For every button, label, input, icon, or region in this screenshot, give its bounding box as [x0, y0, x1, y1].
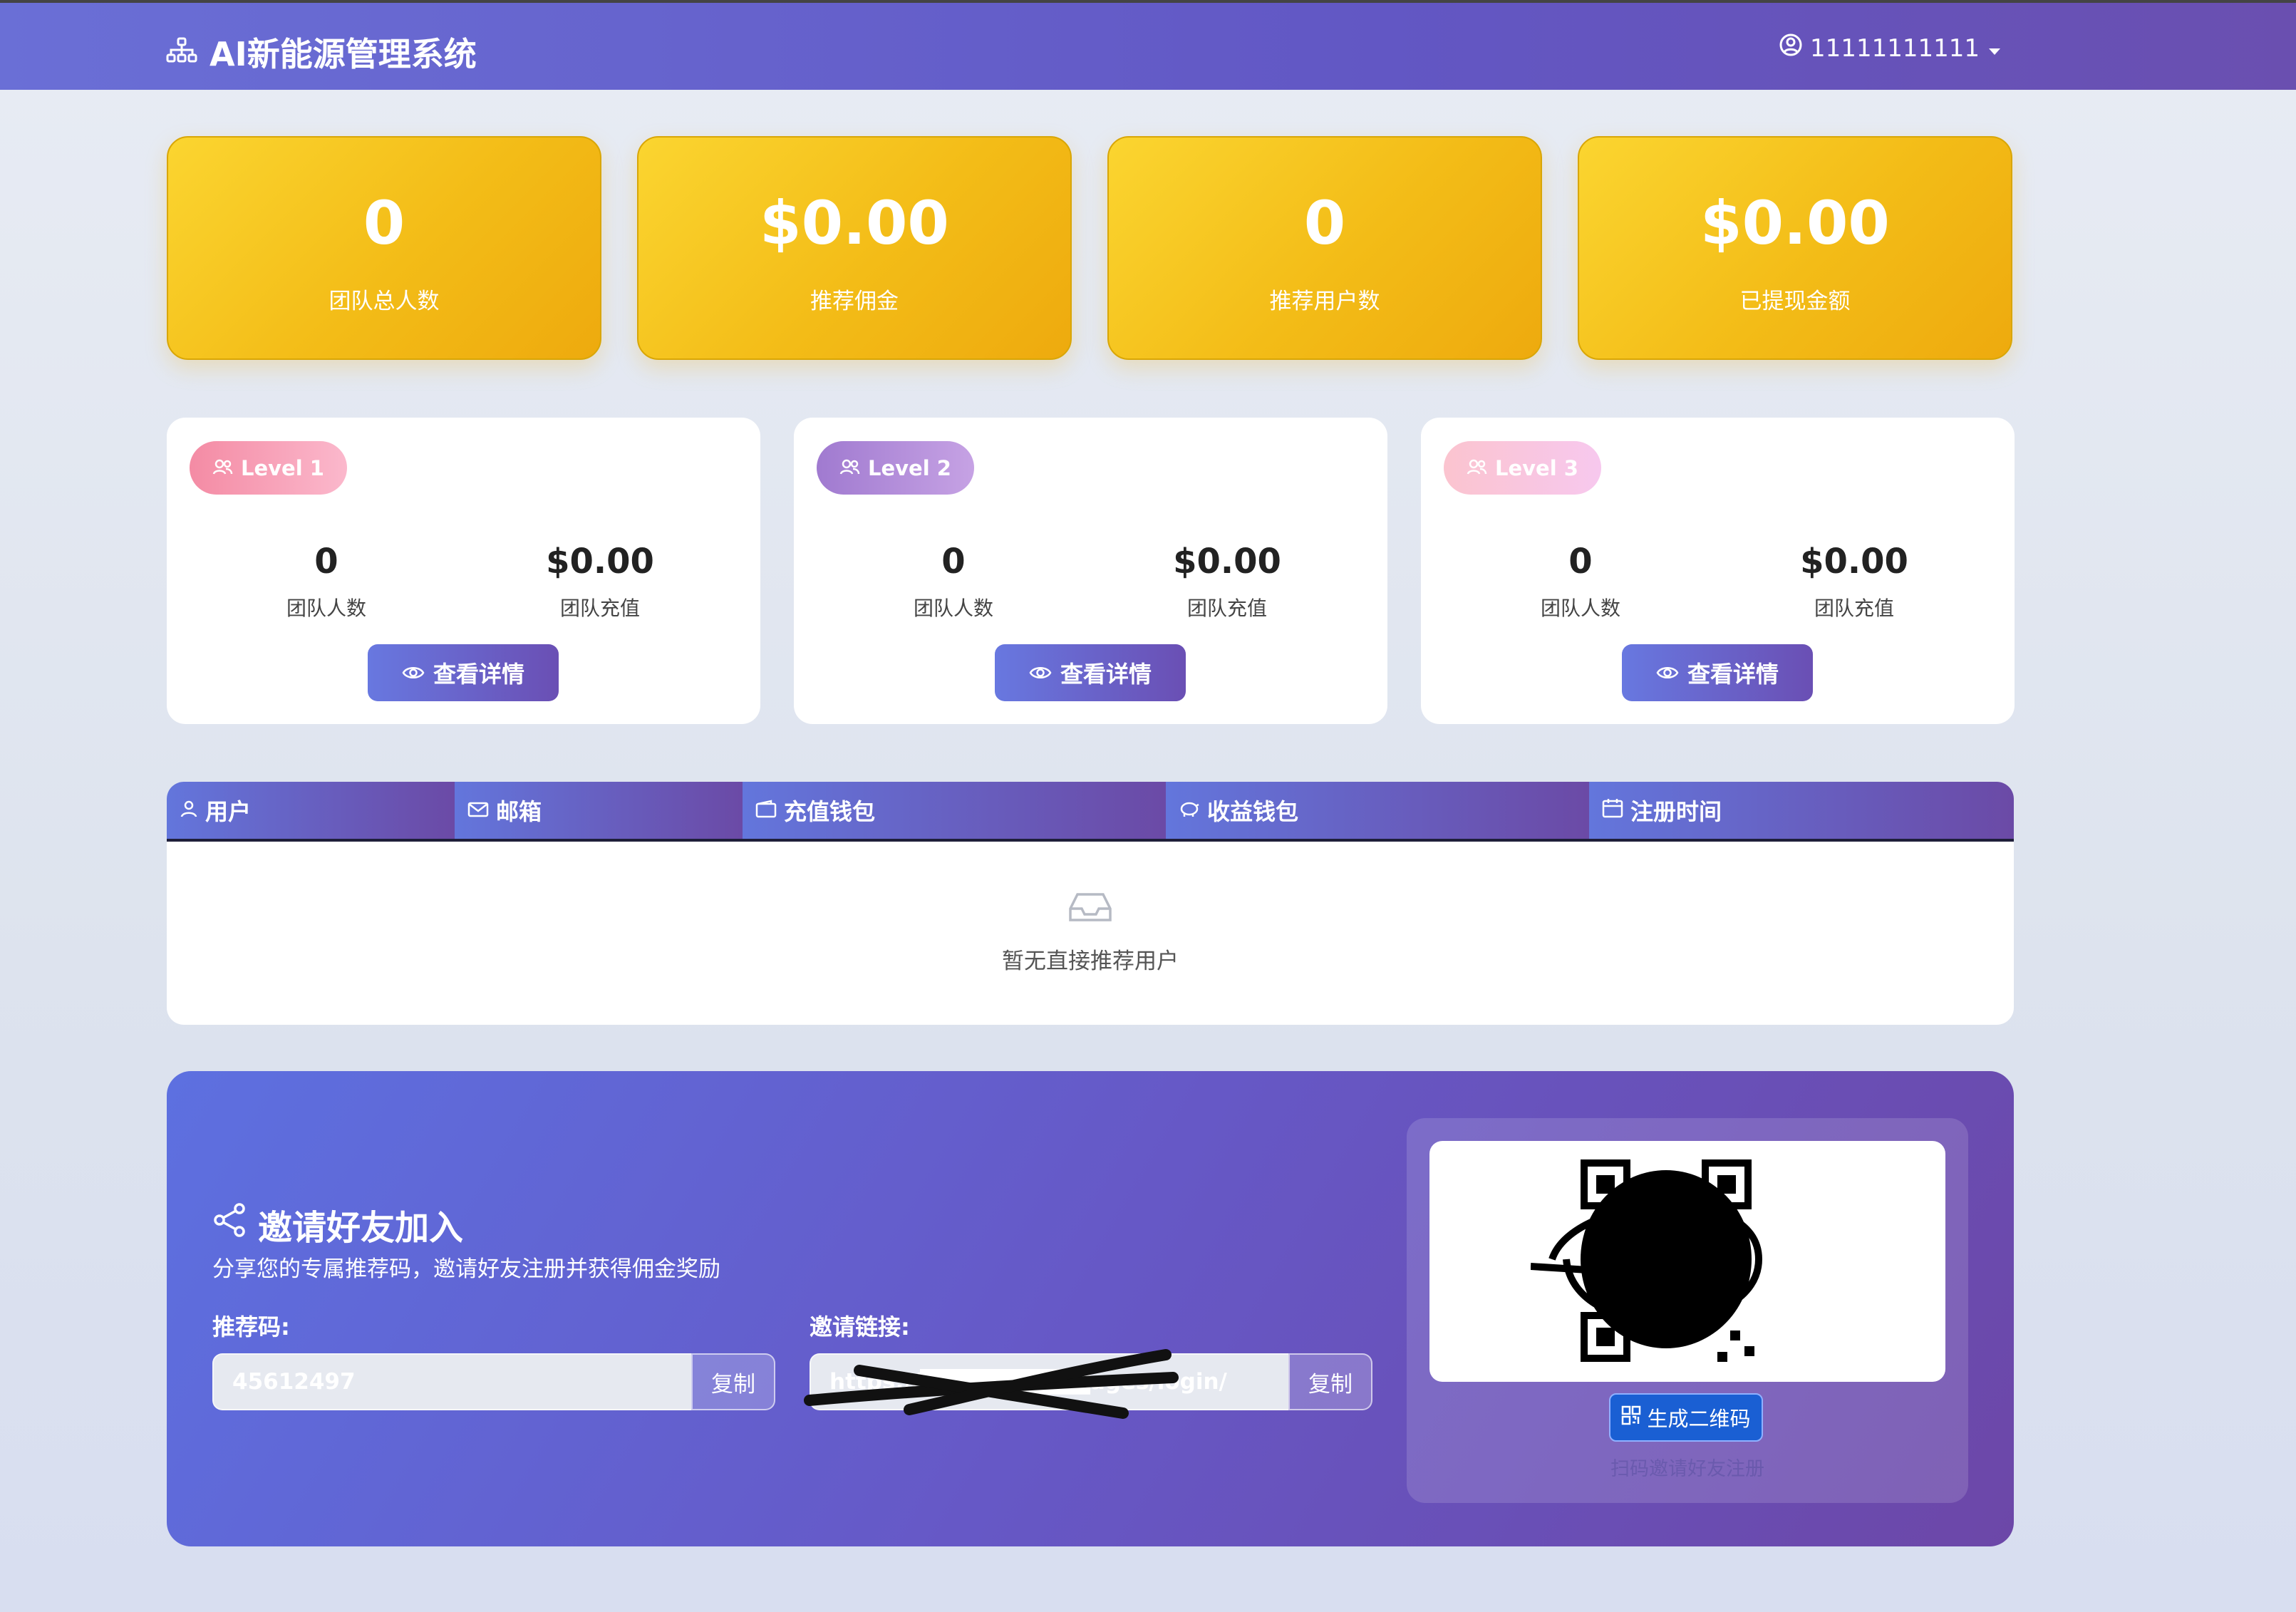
sitemap-icon [165, 36, 198, 68]
stat-value: 0 [363, 188, 405, 258]
empty-text: 暂无直接推荐用户 [1002, 949, 1179, 974]
column-email[interactable]: 邮箱 [455, 782, 743, 839]
team-recharge: $0.00 团队充值 [546, 542, 654, 620]
invite-title: 邀请好友加入 [211, 1199, 463, 1249]
level-badge: Level 1 [190, 441, 347, 495]
stat-card-team-total: 0 团队总人数 [167, 136, 601, 360]
inbox-icon [1067, 893, 1113, 926]
qr-panel: 生成二维码 扫码邀请好友注册 [1407, 1118, 1968, 1503]
empty-state: 暂无直接推荐用户 [167, 842, 2014, 975]
user-icon [180, 797, 198, 824]
eye-icon [1656, 660, 1679, 686]
user-menu[interactable]: 11111111111 [1779, 33, 2002, 63]
caret-down-icon [1987, 34, 2002, 63]
users-icon [1467, 456, 1488, 480]
brand[interactable]: AI新能源管理系统 [165, 29, 477, 76]
qr-code-box [1429, 1141, 1945, 1382]
copy-code-button[interactable]: 复制 [691, 1353, 775, 1410]
referral-table: 用户 邮箱 充值钱包 收益钱包 注册时间 暂无直接推荐用户 [167, 782, 2014, 1025]
invite-subtitle: 分享您的专属推荐码，邀请好友注册并获得佣金奖励 [212, 1256, 720, 1282]
view-details-button[interactable]: 查看详情 [368, 644, 559, 701]
level-card-1: Level 1 0 团队人数 $0.00 团队充值 查看详情 [167, 418, 760, 724]
stat-label: 已提现金额 [1739, 289, 1851, 314]
piggy-bank-icon [1179, 797, 1200, 824]
team-count: 0 团队人数 [1540, 542, 1620, 620]
eye-icon [1029, 660, 1052, 686]
team-recharge: $0.00 团队充值 [1800, 542, 1908, 620]
copy-link-button[interactable]: 复制 [1288, 1353, 1372, 1410]
view-details-button[interactable]: 查看详情 [995, 644, 1186, 701]
generate-qr-button[interactable]: 生成二维码 [1609, 1393, 1763, 1442]
level-card-3: Level 3 0 团队人数 $0.00 团队充值 查看详情 [1421, 418, 2015, 724]
referral-code-group: 复制 [212, 1353, 775, 1410]
stat-label: 团队总人数 [329, 289, 440, 314]
team-recharge: $0.00 团队充值 [1173, 542, 1281, 620]
column-income-wallet[interactable]: 收益钱包 [1166, 782, 1589, 839]
redaction-scribble [804, 1349, 1179, 1419]
stat-label: 推荐用户数 [1269, 289, 1380, 314]
user-circle-icon [1779, 33, 1803, 63]
level-card-2: Level 2 0 团队人数 $0.00 团队充值 查看详情 [794, 418, 1387, 724]
envelope-icon [467, 797, 489, 824]
users-icon [839, 456, 861, 480]
level-badge: Level 3 [1444, 441, 1601, 495]
stat-card-commission: $0.00 推荐佣金 [637, 136, 1072, 360]
team-count: 0 团队人数 [286, 542, 366, 620]
stat-card-withdrawn: $0.00 已提现金额 [1578, 136, 2012, 360]
top-navbar: AI新能源管理系统 11111111111 [0, 0, 2296, 90]
users-icon [212, 456, 234, 480]
level-badge: Level 2 [817, 441, 974, 495]
referral-code-label: 推荐码: [212, 1313, 290, 1340]
stat-value: $0.00 [1700, 188, 1890, 258]
qrcode-icon [1621, 1405, 1641, 1430]
table-header: 用户 邮箱 充值钱包 收益钱包 注册时间 [167, 782, 2014, 842]
invite-panel: 邀请好友加入 分享您的专属推荐码，邀请好友注册并获得佣金奖励 推荐码: 复制 邀… [167, 1071, 2014, 1546]
referral-code-input[interactable] [212, 1353, 691, 1410]
eye-icon [402, 660, 425, 686]
stat-card-referred-users: 0 推荐用户数 [1107, 136, 1542, 360]
invite-link-label: 邀请链接: [810, 1313, 910, 1340]
app-title: AI新能源管理系统 [210, 35, 477, 73]
column-user[interactable]: 用户 [167, 782, 455, 839]
username: 11111111111 [1810, 33, 1980, 63]
column-recharge-wallet[interactable]: 充值钱包 [743, 782, 1166, 839]
wallet-icon [755, 797, 777, 824]
stat-label: 推荐佣金 [810, 289, 899, 314]
qr-code-icon [1531, 1159, 1763, 1362]
calendar-icon [1602, 797, 1623, 824]
column-register-time[interactable]: 注册时间 [1589, 782, 2014, 839]
qr-hint: 扫码邀请好友注册 [1610, 1458, 1764, 1480]
view-details-button[interactable]: 查看详情 [1622, 644, 1813, 701]
share-icon [211, 1202, 248, 1247]
stat-value: 0 [1303, 188, 1346, 258]
team-count: 0 团队人数 [913, 542, 993, 620]
stat-value: $0.00 [760, 188, 949, 258]
